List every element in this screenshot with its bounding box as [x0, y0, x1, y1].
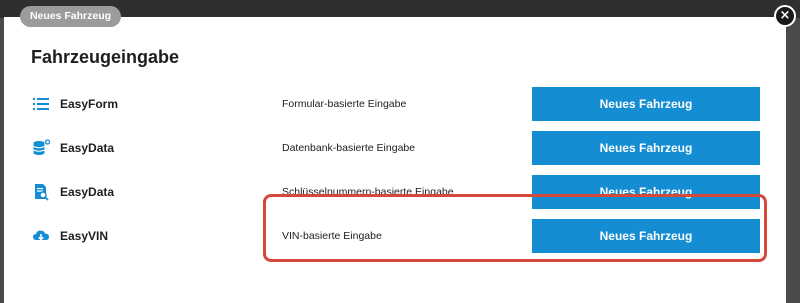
highlight-annotation: [263, 194, 767, 262]
list-item-easydata-database: EasyData Datenbank-basierte Eingabe Neue…: [4, 131, 786, 167]
row-description: Datenbank-basierte Eingabe: [282, 142, 416, 154]
document-search-icon: [32, 183, 50, 201]
row-name: EasyData: [60, 141, 115, 155]
close-icon[interactable]: ×: [774, 5, 796, 27]
new-vehicle-button[interactable]: Neues Fahrzeug: [532, 131, 760, 165]
modal-title: Fahrzeugeingabe: [31, 47, 180, 67]
row-name: EasyData: [60, 185, 115, 199]
row-name: EasyForm: [60, 97, 119, 111]
cloud-download-icon: [32, 227, 50, 245]
row-name: EasyVIN: [60, 229, 109, 243]
list-item-easyform: EasyForm Formular-basierte Eingabe Neues…: [4, 87, 786, 123]
new-vehicle-button[interactable]: Neues Fahrzeug: [532, 87, 760, 121]
list-icon: [32, 95, 50, 113]
modal-tab: Neues Fahrzeug: [20, 6, 121, 27]
row-description: Formular-basierte Eingabe: [282, 98, 407, 110]
backdrop: [786, 18, 800, 303]
database-icon: [32, 139, 51, 157]
